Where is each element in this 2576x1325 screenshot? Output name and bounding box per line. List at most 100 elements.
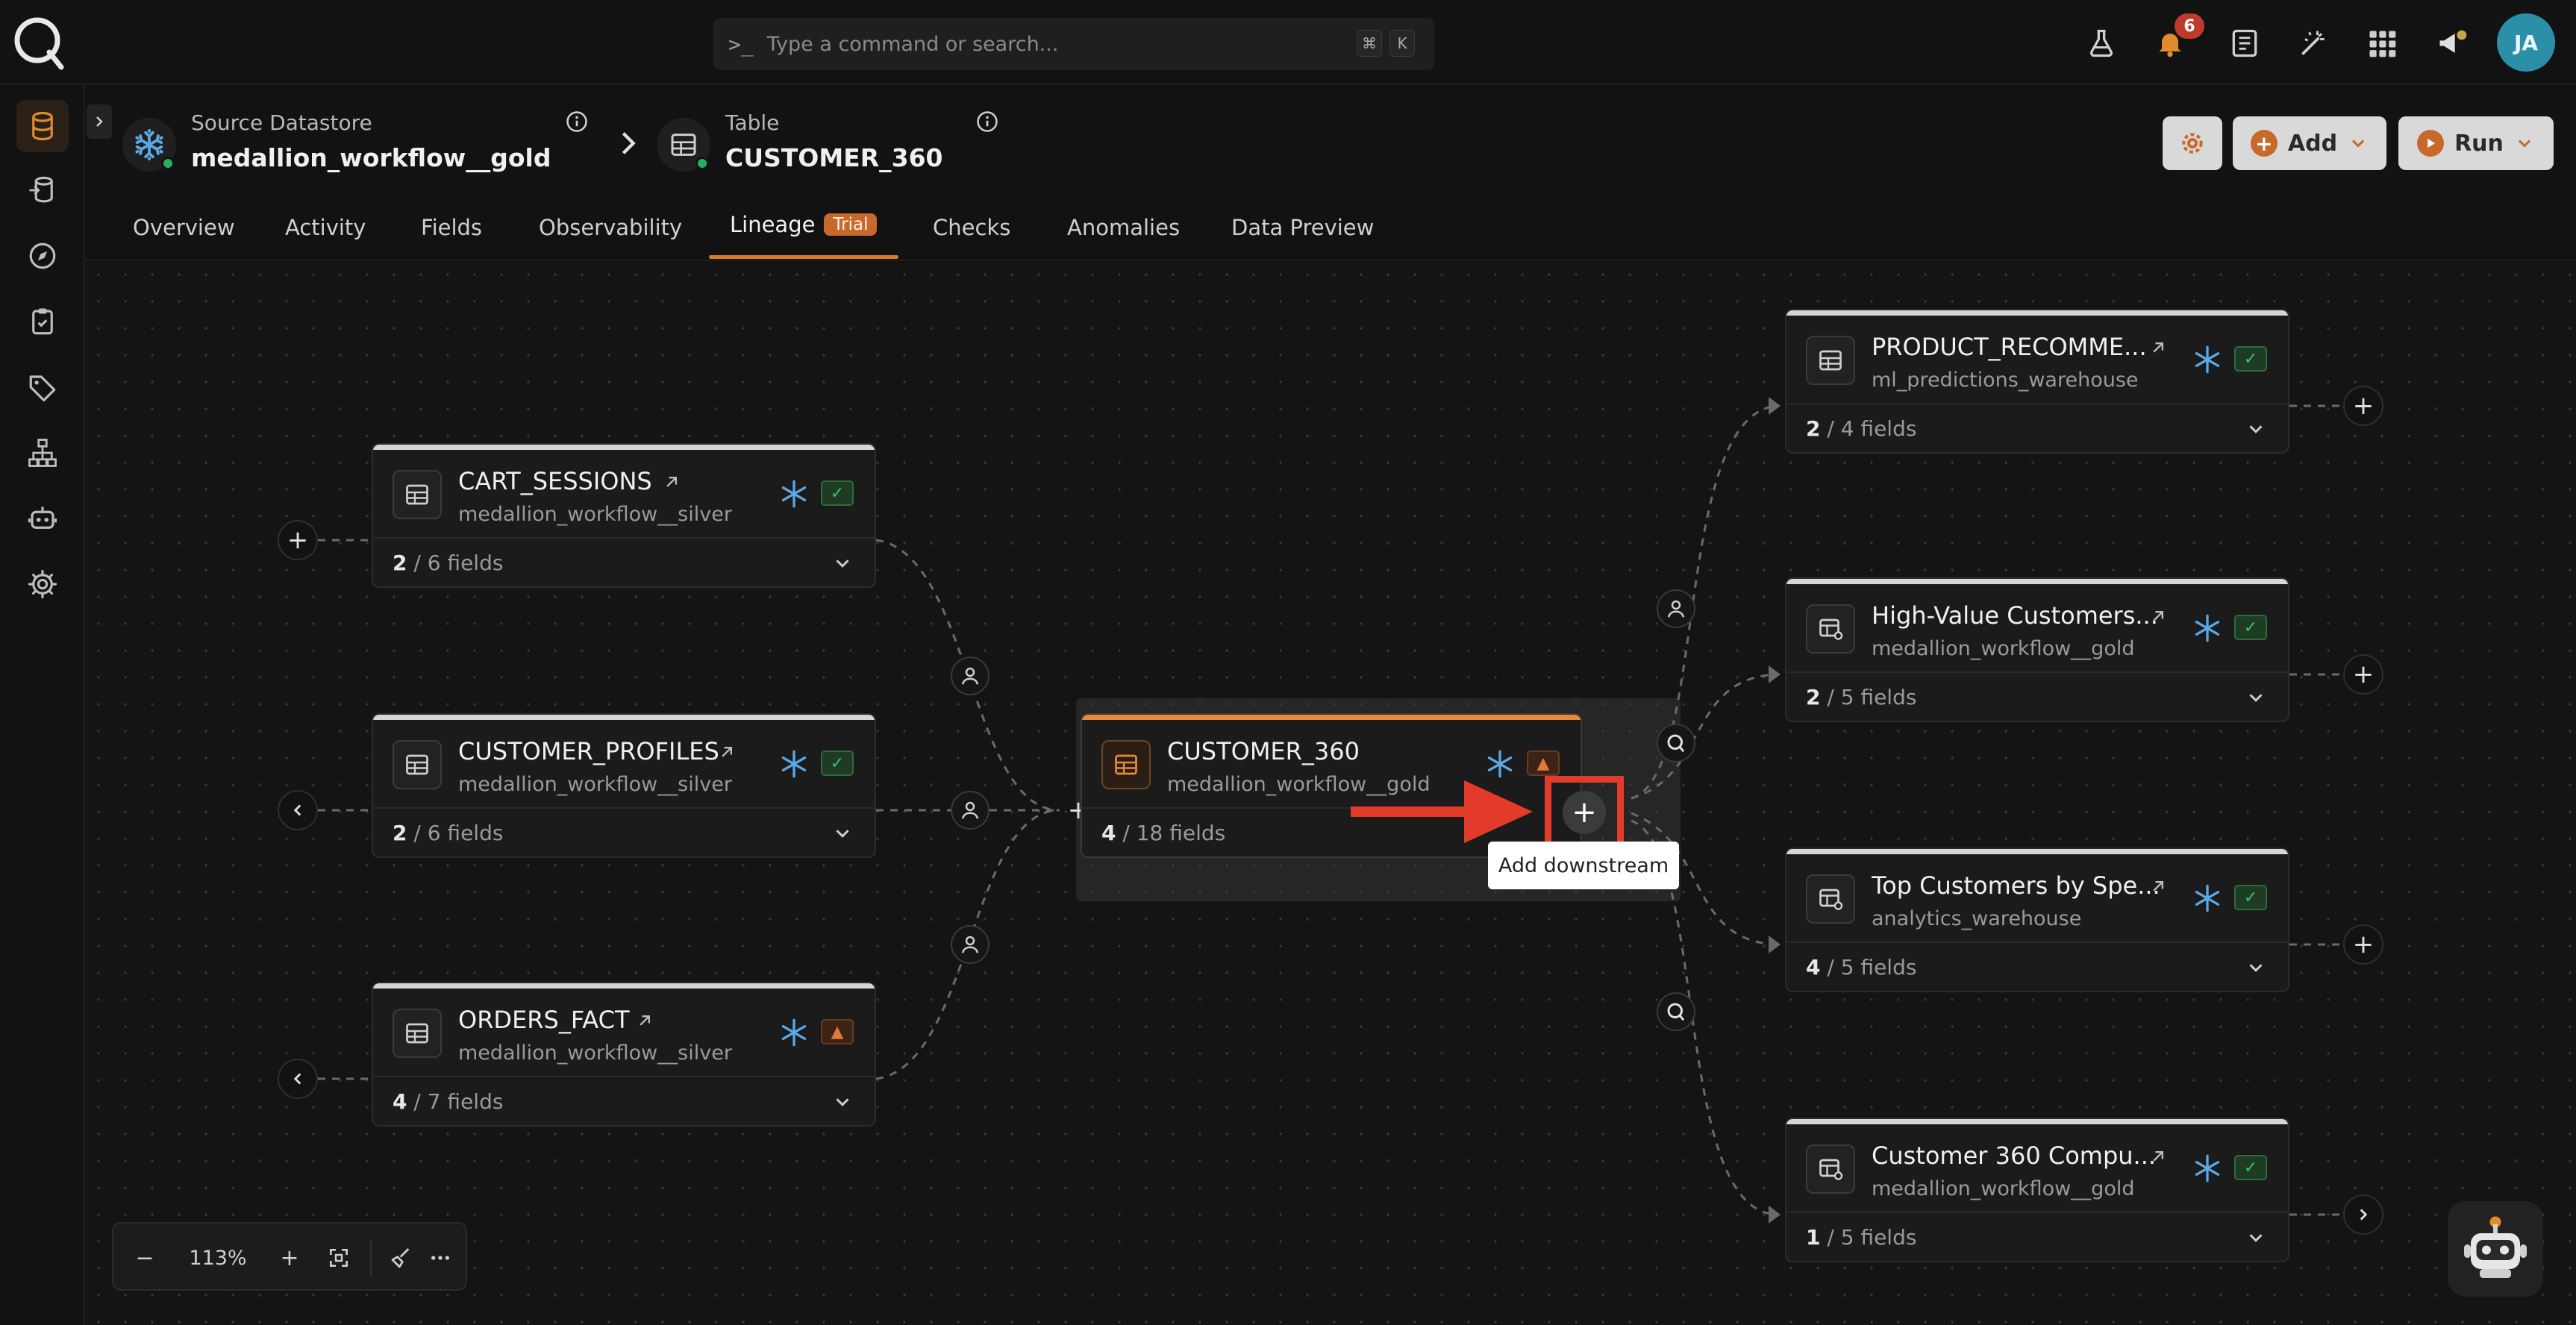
- lineage-node-cart-sessions[interactable]: CART_SESSIONS medallion_workflow__silver…: [372, 443, 876, 588]
- chevron-down-icon[interactable]: [2245, 686, 2267, 709]
- snowflake-icon: [2195, 345, 2220, 374]
- snowflake-icon: [781, 750, 807, 778]
- external-link-icon[interactable]: [2148, 876, 2169, 897]
- zoom-in-button[interactable]: +: [273, 1243, 306, 1273]
- node-divider: [373, 807, 875, 809]
- external-link-icon[interactable]: [2148, 1146, 2169, 1167]
- node-top-strip-active: [1082, 715, 1581, 720]
- add-downstream-button[interactable]: +: [2343, 924, 2383, 965]
- tab-checks[interactable]: Checks: [933, 215, 1010, 240]
- tab-fields[interactable]: Fields: [421, 215, 482, 240]
- node-title: ORDERS_FACT: [458, 1006, 630, 1034]
- command-search-bar[interactable]: >_ Type a command or search... ⌘ K: [713, 18, 1434, 70]
- user-icon[interactable]: [1657, 589, 1695, 628]
- sidebar-expand-button[interactable]: [87, 104, 112, 139]
- check-status-icon: ✓: [2234, 615, 2267, 640]
- compass-icon: [29, 242, 56, 269]
- sidebar-item-settings[interactable]: [16, 558, 69, 610]
- lineage-node-product-recommendations[interactable]: PRODUCT_RECOMME... ml_predictions_wareho…: [1785, 309, 2289, 454]
- tab-activity[interactable]: Activity: [285, 215, 366, 240]
- sidebar-item-enrichment[interactable]: [16, 164, 69, 216]
- node-divider: [1786, 1212, 2288, 1213]
- settings-button[interactable]: [2163, 116, 2222, 170]
- info-icon[interactable]: [976, 110, 998, 133]
- node-datastore: medallion_workflow__silver: [458, 773, 732, 796]
- add-button[interactable]: + Add: [2233, 116, 2386, 170]
- lineage-node-top-customers[interactable]: Top Customers by Spe... analytics_wareho…: [1785, 848, 2289, 992]
- expand-upstream-button[interactable]: [278, 790, 318, 830]
- qualytics-logo-icon[interactable]: [1657, 724, 1695, 762]
- tab-anomalies[interactable]: Anomalies: [1067, 215, 1180, 240]
- sidebar-item-datastores[interactable]: [16, 100, 69, 152]
- apps-grid-icon[interactable]: [2360, 21, 2404, 66]
- chevron-down-icon[interactable]: [831, 1091, 854, 1113]
- chevron-down-icon[interactable]: [831, 822, 854, 845]
- robot-icon: [2464, 1216, 2527, 1278]
- fit-view-button[interactable]: [322, 1243, 355, 1273]
- lineage-node-high-value-customers[interactable]: High-Value Customers... medallion_workfl…: [1785, 577, 2289, 722]
- sidebar-item-checks[interactable]: [16, 295, 69, 348]
- external-link-icon[interactable]: [2148, 606, 2169, 627]
- annotation-highlight-box: [1545, 776, 1624, 849]
- flask-icon[interactable]: [2079, 21, 2124, 66]
- tab-lineage[interactable]: Lineage Trial: [730, 212, 878, 237]
- computed-table-icon: [1806, 1144, 1855, 1194]
- node-title: PRODUCT_RECOMME...: [1872, 333, 2147, 361]
- sidebar-item-tags[interactable]: [16, 361, 69, 413]
- node-title: Top Customers by Spe...: [1872, 871, 2160, 900]
- user-avatar[interactable]: JA: [2497, 13, 2555, 72]
- table-icon: [1806, 336, 1855, 385]
- wand-icon[interactable]: [2291, 21, 2336, 66]
- tab-overview[interactable]: Overview: [133, 215, 235, 240]
- source-datastore-name[interactable]: medallion_workflow__gold: [191, 143, 551, 172]
- expand-downstream-button[interactable]: [2343, 1194, 2383, 1235]
- document-icon[interactable]: [2222, 21, 2267, 66]
- chevron-down-icon: [2352, 140, 2365, 148]
- chevron-down-icon[interactable]: [2245, 418, 2267, 440]
- sidebar-item-hierarchy[interactable]: [16, 427, 69, 479]
- breadcrumb-separator-icon: [622, 132, 636, 154]
- chevron-down-icon[interactable]: [2245, 1227, 2267, 1249]
- user-icon[interactable]: [951, 925, 990, 964]
- more-options-button[interactable]: [424, 1243, 457, 1273]
- notification-count-badge: 6: [2175, 13, 2204, 39]
- lineage-node-customer-profiles[interactable]: CUSTOMER_PROFILES medallion_workflow__si…: [372, 713, 876, 858]
- chevron-down-icon[interactable]: [2245, 956, 2267, 979]
- clean-layout-button[interactable]: [385, 1243, 418, 1273]
- external-link-icon[interactable]: [716, 742, 737, 762]
- computed-table-icon: [1806, 874, 1855, 924]
- qualytics-logo-icon[interactable]: [1657, 992, 1695, 1031]
- node-divider: [1786, 942, 2288, 943]
- app-logo[interactable]: [12, 13, 66, 70]
- add-downstream-button[interactable]: +: [2343, 654, 2383, 695]
- zoom-out-button[interactable]: −: [128, 1243, 161, 1273]
- node-top-strip: [1786, 1119, 2288, 1124]
- external-link-icon[interactable]: [661, 472, 682, 492]
- lineage-node-orders-fact[interactable]: ORDERS_FACT medallion_workflow__silver ▲…: [372, 982, 876, 1127]
- tab-observability[interactable]: Observability: [539, 215, 682, 240]
- user-icon[interactable]: [951, 791, 990, 830]
- user-icon[interactable]: [951, 657, 990, 695]
- external-link-icon[interactable]: [2148, 337, 2169, 358]
- chevron-down-icon[interactable]: [831, 552, 854, 574]
- assistant-bot-button[interactable]: [2448, 1201, 2543, 1297]
- play-icon: [2417, 130, 2445, 157]
- tag-icon: [29, 375, 56, 402]
- add-upstream-button[interactable]: +: [278, 520, 318, 560]
- lineage-node-customer-360-computed[interactable]: Customer 360 Compu... medallion_workflow…: [1785, 1118, 2289, 1262]
- expand-upstream-button[interactable]: [278, 1059, 318, 1099]
- external-link-icon[interactable]: [634, 1010, 655, 1031]
- info-icon[interactable]: [566, 110, 588, 133]
- chevron-right-icon: [2360, 1209, 2368, 1221]
- run-button[interactable]: Run: [2398, 116, 2554, 170]
- more-horizontal-icon: [431, 1256, 449, 1260]
- gear-icon: [28, 569, 57, 599]
- sidebar-item-agents[interactable]: [16, 492, 69, 545]
- add-downstream-button[interactable]: +: [2343, 386, 2383, 426]
- table-icon: [671, 134, 696, 156]
- megaphone-icon[interactable]: [2430, 21, 2475, 66]
- snowflake-icon: [781, 1018, 807, 1047]
- sidebar-item-explore[interactable]: [16, 230, 69, 282]
- tab-data-preview[interactable]: Data Preview: [1231, 215, 1374, 240]
- gear-icon: [2182, 133, 2203, 154]
